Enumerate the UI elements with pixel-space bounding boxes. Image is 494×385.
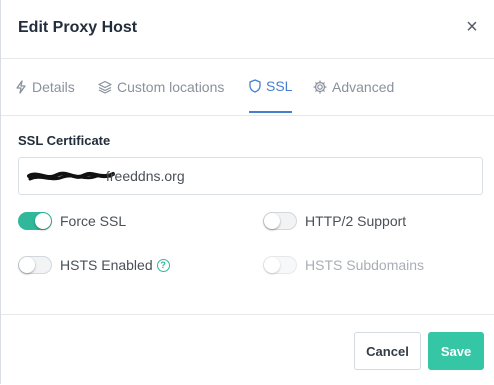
force-ssl-label: Force SSL [60, 213, 127, 229]
http2-support-label: HTTP/2 Support [305, 213, 407, 229]
ssl-certificate-label: SSL Certificate [18, 133, 111, 148]
gear-icon [313, 79, 327, 94]
close-icon[interactable]: × [464, 17, 480, 37]
modal-header: Edit Proxy Host × [1, 0, 494, 59]
tab-label: Details [32, 78, 75, 95]
tab-details[interactable]: Details [15, 59, 75, 114]
tab-label: Advanced [332, 78, 395, 95]
modal-footer: Cancel Save [1, 314, 494, 385]
tab-bar: Details Custom locations SSL Advanced [1, 59, 494, 116]
toggle-switch[interactable] [18, 256, 52, 274]
save-button[interactable]: Save [428, 332, 484, 370]
tab-custom-locations[interactable]: Custom locations [98, 59, 224, 114]
toggle-switch[interactable] [18, 212, 52, 230]
cancel-button[interactable]: Cancel [354, 332, 421, 370]
hsts-enabled-label: HSTS Enabled [60, 257, 153, 273]
toggle-switch[interactable] [263, 212, 297, 230]
tab-advanced[interactable]: Advanced [313, 59, 394, 114]
tab-ssl[interactable]: SSL [249, 59, 293, 113]
hsts-subdomains-label: HSTS Subdomains [305, 257, 425, 273]
redaction-scribble [27, 171, 115, 181]
modal-title: Edit Proxy Host [18, 19, 138, 36]
tab-label: SSL [266, 77, 293, 94]
ssl-certificate-value: freeddns.org [106, 168, 185, 184]
tab-label: Custom locations [117, 78, 225, 95]
http2-support-toggle[interactable]: HTTP/2 Support [263, 212, 406, 230]
hsts-subdomains-toggle: HSTS Subdomains [263, 256, 424, 274]
ssl-certificate-select[interactable]: freeddns.org [18, 157, 483, 195]
edit-proxy-host-modal: Edit Proxy Host × Details Custom locatio… [0, 0, 494, 384]
bolt-icon [15, 79, 27, 94]
toggle-switch [263, 256, 297, 274]
shield-icon [249, 78, 261, 93]
hsts-enabled-toggle[interactable]: HSTS Enabled ? [18, 256, 170, 274]
help-circle-icon[interactable]: ? [156, 258, 170, 272]
force-ssl-toggle[interactable]: Force SSL [18, 212, 126, 230]
layers-icon [98, 80, 112, 94]
